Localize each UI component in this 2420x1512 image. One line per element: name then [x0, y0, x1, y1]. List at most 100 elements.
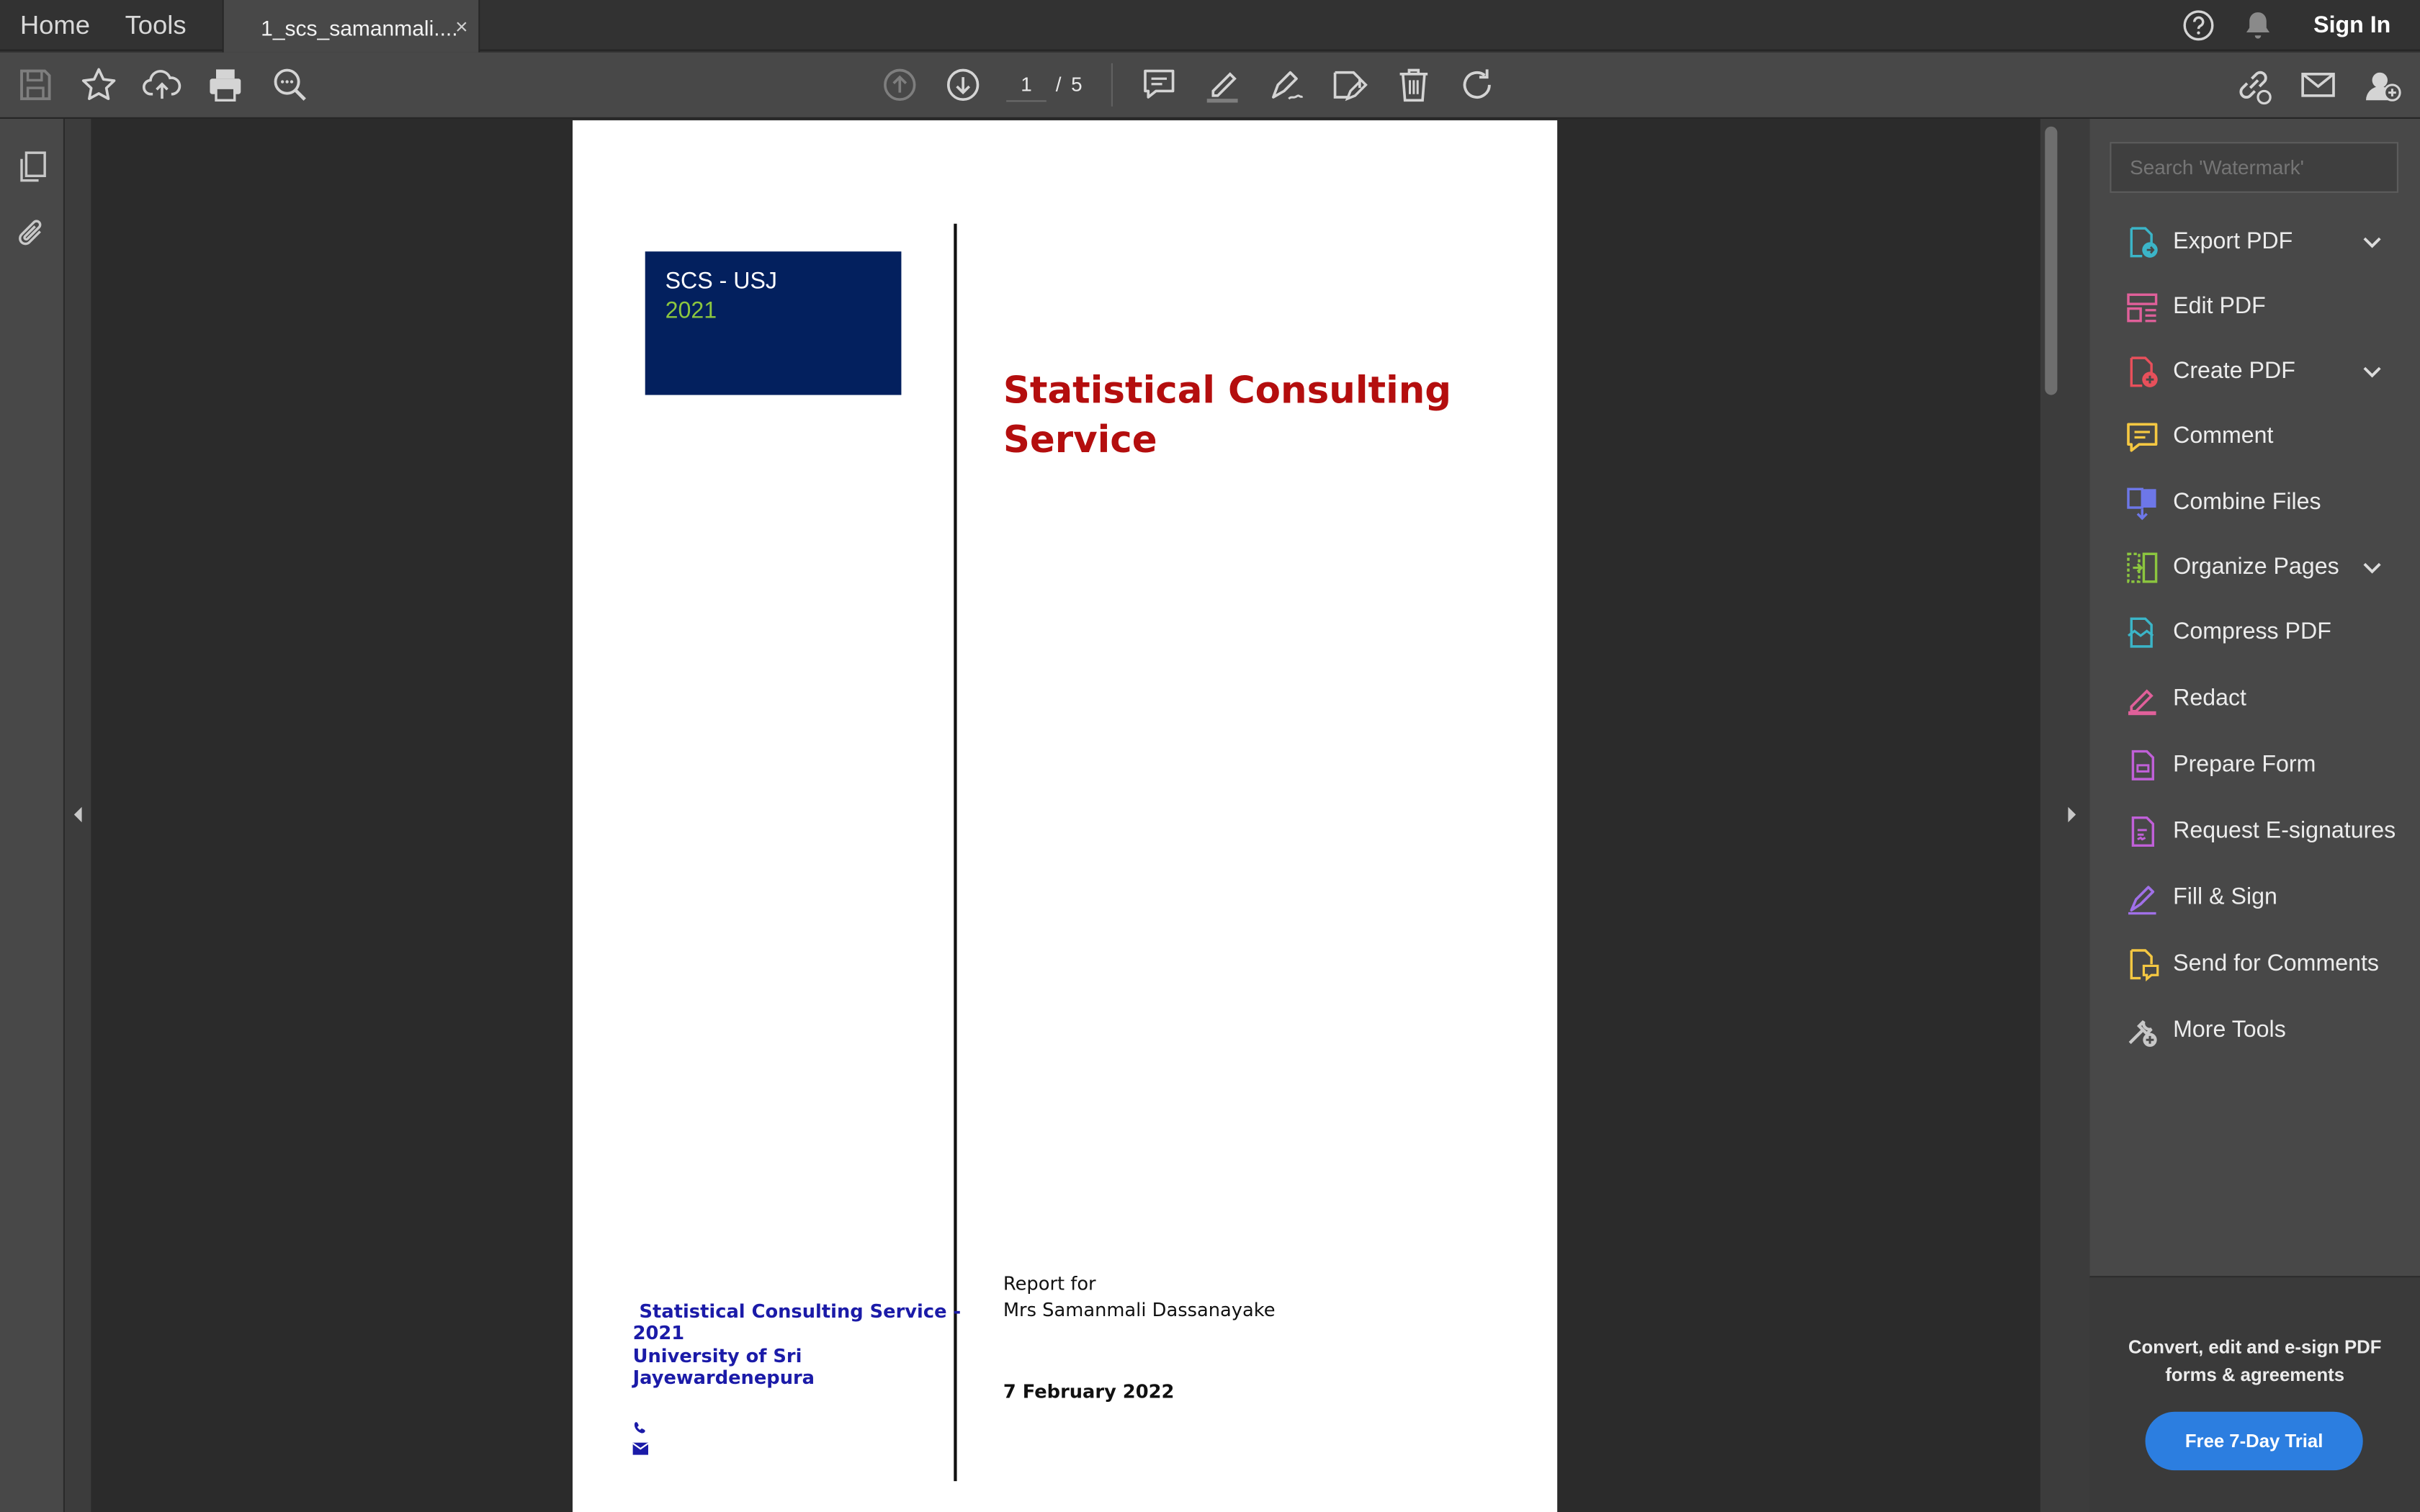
tool-create-pdf[interactable]: Create PDF — [2089, 341, 2420, 403]
document-tab-title: 1_scs_samanmali.... — [261, 15, 458, 40]
rotate-icon[interactable] — [1457, 65, 1497, 105]
tool-comment[interactable]: Comment — [2089, 406, 2420, 468]
edit-text-icon[interactable] — [1329, 65, 1369, 105]
draw-icon[interactable] — [1265, 65, 1306, 105]
more-tools-icon — [2124, 1012, 2161, 1049]
vertical-divider-line — [954, 223, 957, 1482]
page-thumbnails-icon[interactable] — [15, 148, 49, 185]
attachments-icon[interactable] — [15, 215, 49, 251]
send-comments-icon — [2124, 946, 2161, 983]
upload-cloud-icon[interactable] — [142, 65, 182, 105]
chevron-down-icon[interactable] — [2362, 231, 2383, 253]
main-toolbar: 1 / 5 — [0, 52, 2420, 119]
redact-icon — [2124, 680, 2161, 717]
edit-pdf-icon — [2124, 289, 2161, 325]
export-pdf-icon — [2124, 224, 2161, 261]
report-date: 7 February 2022 — [1003, 1380, 1175, 1403]
tool-label: Request E-signatures — [2173, 817, 2396, 845]
print-icon[interactable] — [205, 65, 246, 105]
toolbar-divider — [1111, 63, 1113, 107]
tool-organize-pages[interactable]: Organize Pages — [2089, 537, 2420, 599]
next-page-icon[interactable] — [943, 65, 983, 105]
create-pdf-icon — [2124, 354, 2161, 390]
previous-page-icon[interactable] — [879, 65, 920, 105]
compress-pdf-icon — [2124, 614, 2161, 651]
vertical-scrollbar-thumb[interactable] — [2045, 126, 2058, 395]
tools-search-input[interactable] — [2110, 142, 2398, 193]
share-link-icon[interactable] — [2233, 65, 2274, 105]
delete-icon[interactable] — [1394, 65, 1434, 105]
close-tab-icon[interactable]: × — [455, 14, 468, 38]
university-line-2: Jayewardenepura — [632, 1367, 815, 1389]
bookmark-star-icon[interactable] — [79, 65, 119, 105]
chevron-down-icon[interactable] — [2362, 557, 2383, 579]
request-esign-icon — [2124, 813, 2161, 850]
sign-in-button[interactable]: Sign In — [2313, 12, 2390, 38]
client-name: Mrs Samanmali Dassanayake — [1003, 1299, 1276, 1321]
save-icon[interactable] — [15, 65, 55, 105]
notifications-bell-icon[interactable] — [2243, 9, 2274, 42]
total-pages: 5 — [1071, 72, 1083, 96]
logo-year: 2021 — [665, 297, 717, 324]
tool-label: Redact — [2173, 685, 2246, 711]
tool-label: Send for Comments — [2173, 950, 2379, 977]
home-tab[interactable]: Home — [20, 11, 90, 42]
organize-pages-icon — [2124, 549, 2161, 586]
free-trial-button[interactable]: Free 7-Day Trial — [2145, 1411, 2363, 1471]
tool-label: Create PDF — [2173, 358, 2295, 384]
tool-send-for-comments[interactable]: Send for Comments — [2089, 933, 2420, 995]
promo-text: Convert, edit and e-sign PDF forms & agr… — [2128, 1336, 2382, 1386]
page-number-input[interactable]: 1 — [1006, 68, 1047, 102]
combine-files-icon — [2124, 485, 2161, 521]
tool-label: Fill & Sign — [2173, 883, 2277, 911]
pdf-page: SCS - USJ 2021 Statistical Consulting Se… — [573, 120, 1558, 1512]
help-icon[interactable] — [2182, 9, 2215, 42]
comment-icon[interactable] — [1139, 65, 1179, 105]
logo-title: SCS - USJ — [665, 268, 777, 295]
scs-logo-block: SCS - USJ 2021 — [645, 251, 902, 395]
tool-compress-pdf[interactable]: Compress PDF — [2089, 602, 2420, 664]
tools-panel: Export PDF Edit PDF Create PDF Comment Combi… — [2089, 119, 2420, 1512]
top-bar: Home Tools 1_scs_samanmali.... × Sign In — [0, 0, 2420, 53]
tool-prepare-form[interactable]: Prepare Form — [2089, 734, 2420, 796]
add-user-icon[interactable] — [2362, 65, 2402, 105]
comment-icon — [2124, 418, 2161, 455]
report-for-label: Report for — [1003, 1272, 1096, 1295]
org-year-line: 2021 — [632, 1322, 685, 1344]
tool-label: Prepare Form — [2173, 751, 2316, 778]
tools-tab[interactable]: Tools — [125, 11, 187, 42]
tool-label: Export PDF — [2173, 228, 2293, 255]
document-title: Statistical Consulting Service — [1003, 369, 1452, 462]
zoom-out-icon[interactable] — [270, 65, 310, 105]
tool-label: Organize Pages — [2173, 554, 2339, 580]
tool-label: Edit PDF — [2173, 293, 2266, 320]
left-panel-toggle-strip[interactable] — [65, 119, 91, 1512]
tool-more-tools[interactable]: More Tools — [2089, 1000, 2420, 1062]
phone-icon — [633, 1421, 647, 1435]
highlight-icon[interactable] — [1202, 65, 1242, 105]
left-navigation-rail — [0, 119, 65, 1512]
chevron-down-icon[interactable] — [2362, 361, 2383, 382]
tool-label: More Tools — [2173, 1017, 2286, 1043]
collapse-right-panel-icon[interactable] — [2066, 806, 2079, 824]
promo-box: Convert, edit and e-sign PDF forms & agr… — [2089, 1276, 2420, 1512]
tool-fill-sign[interactable]: Fill & Sign — [2089, 867, 2420, 929]
tool-label: Comment — [2173, 423, 2274, 449]
tool-export-pdf[interactable]: Export PDF — [2089, 212, 2420, 274]
tool-combine-files[interactable]: Combine Files — [2089, 472, 2420, 534]
fill-sign-icon — [2124, 879, 2161, 916]
university-line: University of Sri — [632, 1345, 802, 1367]
envelope-icon — [632, 1442, 648, 1455]
org-name-line: Statistical Consulting Service - — [632, 1300, 962, 1323]
prepare-form-icon — [2124, 747, 2161, 783]
expand-left-panel-icon[interactable] — [71, 806, 84, 824]
page-separator: / — [1055, 72, 1062, 96]
tool-edit-pdf[interactable]: Edit PDF — [2089, 276, 2420, 338]
tool-label: Combine Files — [2173, 489, 2321, 516]
tool-request-e-signatures[interactable]: Request E-signatures — [2089, 801, 2420, 863]
email-icon[interactable] — [2298, 65, 2339, 105]
acrobat-window: Home Tools 1_scs_samanmali.... × Sign In — [0, 0, 2420, 1512]
document-tab[interactable]: 1_scs_samanmali.... × — [222, 0, 480, 53]
tool-redact[interactable]: Redact — [2089, 668, 2420, 730]
tool-label: Compress PDF — [2173, 618, 2331, 645]
